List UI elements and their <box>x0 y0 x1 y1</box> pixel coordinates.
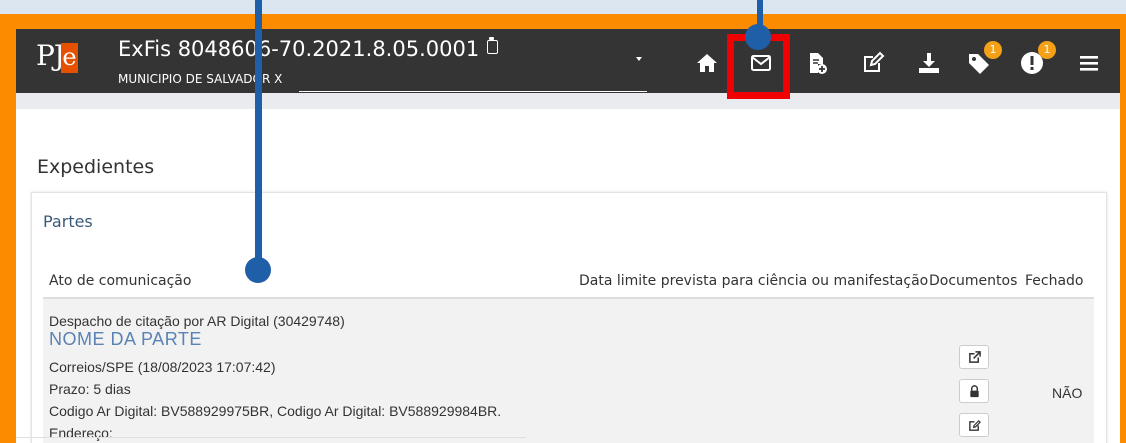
clipboard-icon[interactable] <box>487 37 499 54</box>
top-navbar: PJ e ExFis 8048606-70.2021.8.05.0001 MUN… <box>16 29 1120 93</box>
pointer-line-ato <box>255 0 262 262</box>
subtitle-underline <box>299 91 647 92</box>
bottom-divider <box>16 437 526 438</box>
open-external-button[interactable] <box>959 345 989 369</box>
chevron-down-icon[interactable] <box>636 57 642 61</box>
pointer-dot-ato <box>245 257 271 283</box>
logo-text: PJ <box>36 39 65 72</box>
orange-frame: PJ e ExFis 8048606-70.2021.8.05.0001 MUN… <box>0 14 1126 443</box>
ato-text: Despacho de citação por AR Digital (3042… <box>49 313 345 329</box>
app-window: PJ e ExFis 8048606-70.2021.8.05.0001 MUN… <box>16 29 1120 443</box>
edit-icon[interactable] <box>861 51 885 75</box>
edit-icon <box>969 420 981 431</box>
alert-badge: 1 <box>1038 41 1056 59</box>
col-data-limite: Data limite prevista para ciência ou man… <box>579 273 929 289</box>
logo-e-icon: e <box>61 43 78 73</box>
party-name-link[interactable]: NOME DA PARTE <box>49 329 202 350</box>
prazo-text: Prazo: 5 dias <box>49 381 131 397</box>
pointer-dot-envelope <box>745 24 771 50</box>
process-title[interactable]: ExFis 8048606-70.2021.8.05.0001 <box>118 37 499 61</box>
external-link-icon <box>969 351 981 363</box>
page-title: Expedientes <box>37 156 155 178</box>
col-fechado: Fechado <box>1025 273 1084 289</box>
file-plus-icon[interactable] <box>805 51 829 75</box>
table-row: Despacho de citação por AR Digital (3042… <box>43 299 1094 443</box>
correios-text: Correios/SPE (18/08/2023 17:07:42) <box>49 359 276 375</box>
download-icon[interactable] <box>917 51 941 75</box>
col-ato: Ato de comunicação <box>49 273 192 289</box>
tag-badge: 1 <box>984 41 1002 59</box>
fechado-value: NÃO <box>1052 385 1083 401</box>
partes-panel: Partes Ato de comunicação Data limite pr… <box>31 192 1107 443</box>
col-documentos: Documentos <box>929 273 1018 289</box>
codigo-text: Codigo Ar Digital: BV588929975BR, Codigo… <box>49 403 502 419</box>
endereco-text: Endereço: <box>49 425 113 441</box>
lock-icon <box>970 385 979 398</box>
home-icon[interactable] <box>695 51 719 75</box>
section-title: Partes <box>43 212 93 231</box>
lock-button[interactable] <box>959 379 989 403</box>
main-content: Expedientes Partes Ato de comunicação Da… <box>16 109 1120 443</box>
edit-doc-button[interactable] <box>959 413 989 437</box>
pje-logo[interactable]: PJ e <box>36 39 80 79</box>
menu-icon[interactable] <box>1077 51 1101 75</box>
